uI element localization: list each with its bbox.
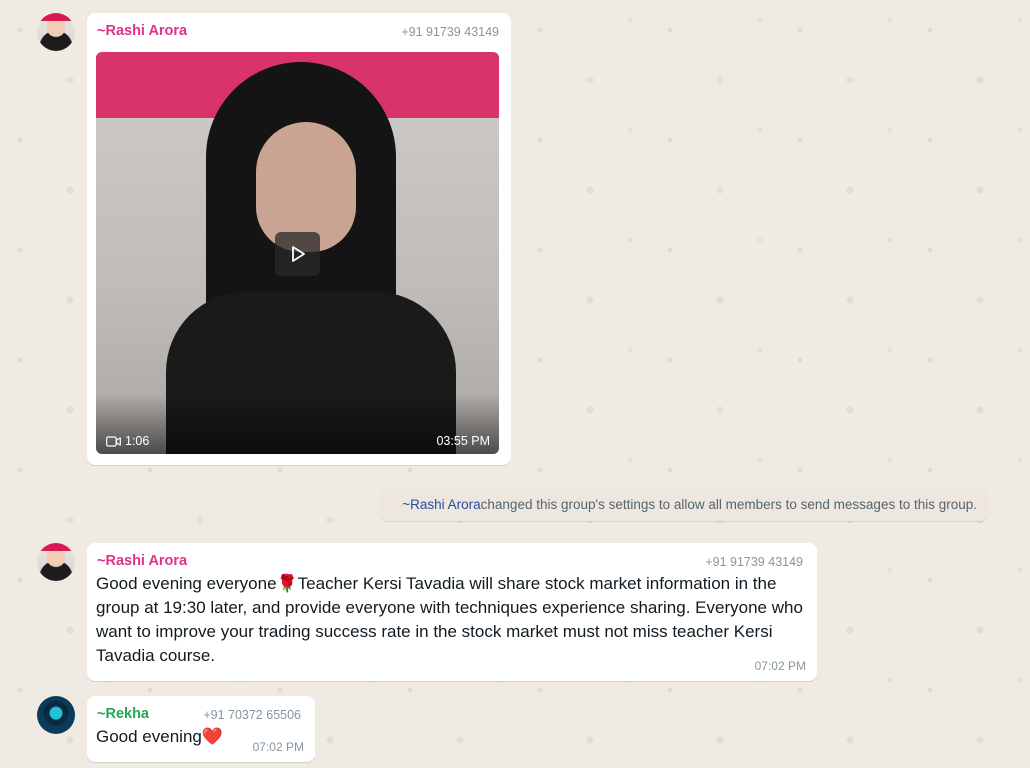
text-message-bubble: ~Rashi Arora +91 91739 43149 Good evenin… bbox=[87, 543, 817, 681]
system-notice-name[interactable]: ~Rashi Arora bbox=[402, 497, 480, 512]
video-thumbnail[interactable]: 1:06 03:55 PM bbox=[96, 52, 499, 454]
video-timestamp: 03:55 PM bbox=[436, 434, 490, 448]
chat-area: ~Rashi Arora +91 91739 43149 1:06 03:55 … bbox=[0, 0, 1030, 768]
sender-phone: +91 91739 43149 bbox=[705, 555, 803, 569]
sender-name[interactable]: ~Rekha bbox=[97, 706, 149, 722]
sender-phone: +91 70372 65506 bbox=[203, 708, 301, 722]
play-icon bbox=[291, 246, 305, 262]
avatar-rashi-arora[interactable] bbox=[37, 13, 75, 51]
sender-name[interactable]: ~Rashi Arora bbox=[97, 553, 187, 569]
system-notice-text: changed this group's settings to allow a… bbox=[480, 497, 977, 512]
text-message-bubble: ~Rekha +91 70372 65506 Good evening❤️ 07… bbox=[87, 696, 315, 762]
message-timestamp: 07:02 PM bbox=[252, 740, 304, 754]
play-button[interactable] bbox=[275, 232, 320, 276]
avatar-rashi-arora[interactable] bbox=[37, 543, 75, 581]
avatar-rekha[interactable] bbox=[37, 696, 75, 734]
message-timestamp: 07:02 PM bbox=[754, 659, 806, 673]
group-settings-notice: ~Rashi Arora changed this group's settin… bbox=[380, 488, 988, 521]
sender-phone: +91 91739 43149 bbox=[401, 25, 499, 39]
video-duration: 1:06 bbox=[106, 434, 149, 448]
video-camera-icon bbox=[106, 435, 121, 447]
sender-name[interactable]: ~Rashi Arora bbox=[97, 23, 187, 39]
message-text: Good evening❤️ bbox=[96, 727, 224, 746]
video-duration-label: 1:06 bbox=[125, 434, 150, 448]
message-text: Good evening everyone🌹Teacher Kersi Tava… bbox=[96, 574, 803, 665]
